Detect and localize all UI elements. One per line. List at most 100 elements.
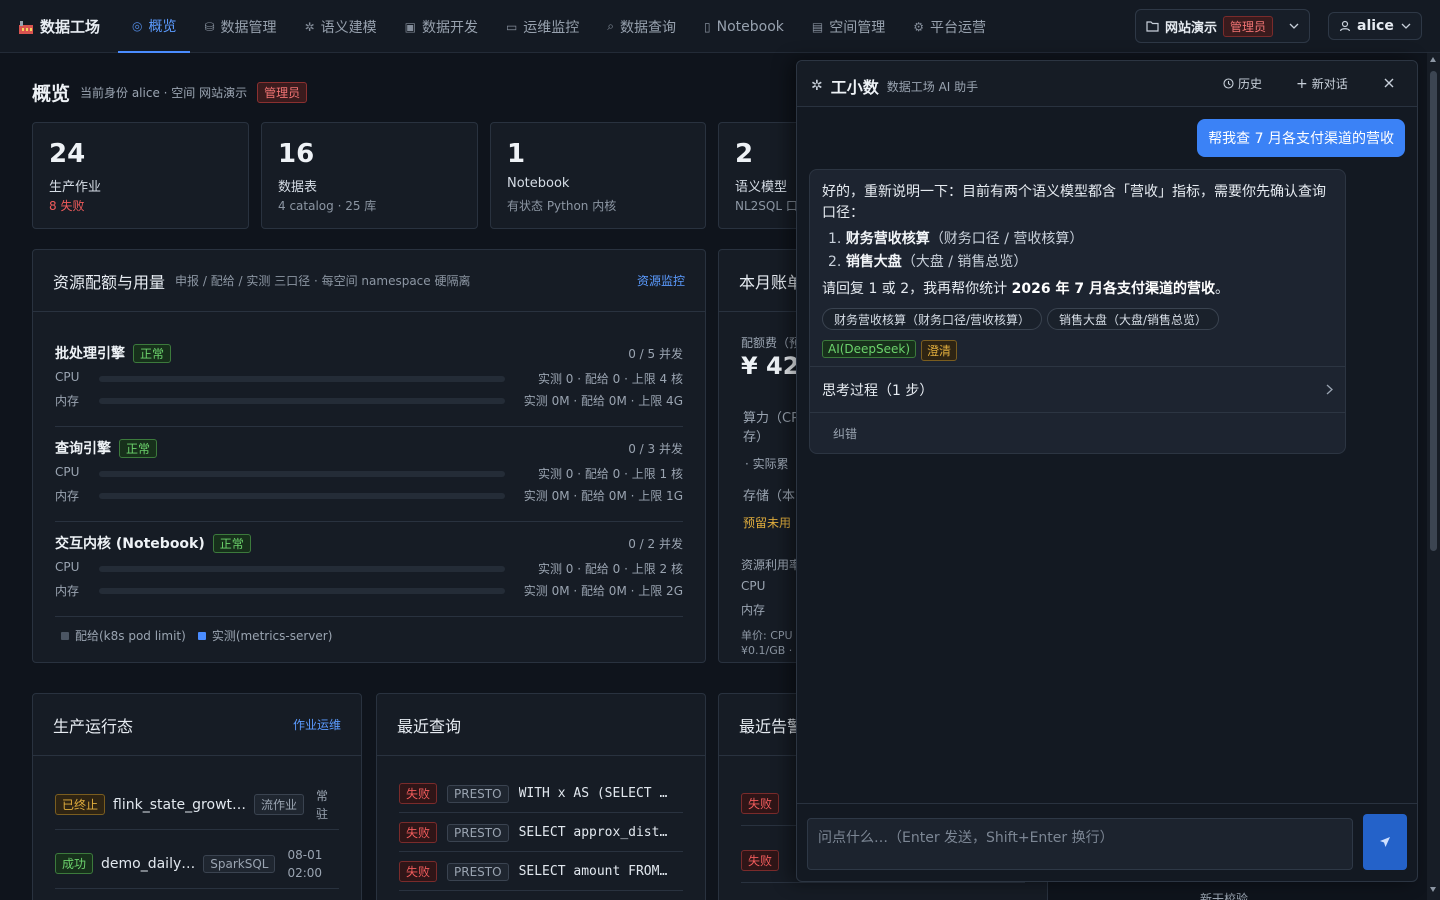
- query-row[interactable]: 失败 PRESTO WITH x AS (SELECT …: [399, 775, 683, 813]
- engine-badge: PRESTO: [447, 823, 509, 842]
- resource-monitor-link[interactable]: 资源监控: [637, 272, 685, 289]
- option-item: 2. 销售大盘（大盘 / 销售总览）: [828, 251, 1083, 274]
- compass-icon: ◎: [132, 18, 143, 33]
- mem-label: 内存: [55, 489, 80, 503]
- compute-label-2: 存）: [743, 430, 770, 445]
- assistant-name: 工小数: [830, 78, 879, 97]
- correct-button[interactable]: 纠错: [833, 425, 857, 442]
- tab-ops-monitoring[interactable]: ▭ 运维监控: [492, 0, 593, 53]
- price-line-2: ¥0.1/GB · .: [741, 644, 800, 657]
- tab-space-management[interactable]: ▤ 空间管理: [798, 0, 899, 53]
- sql-text: SELECT amount FROM…: [518, 864, 668, 879]
- util-label: 资源利用率: [741, 558, 802, 572]
- tab-label: 空间管理: [829, 19, 886, 36]
- tab-data-development[interactable]: ▣ 数据开发: [391, 0, 492, 53]
- time-line-1: 常: [316, 788, 329, 803]
- stat-card-notebook[interactable]: 1 Notebook 有状态 Python 内核: [490, 122, 706, 229]
- reply-intro: 好的，重新说明一下：目前有两个语义模型都含「营收」指标，需要你先确认查询口径：: [822, 184, 1326, 221]
- choice-chip-sales[interactable]: 销售大盘（大盘/销售总览）: [1047, 308, 1220, 330]
- space-selector[interactable]: 网站演示 管理员: [1135, 9, 1310, 43]
- space-name: 网站演示: [1165, 20, 1218, 36]
- concurrency: 0 / 5 并发: [628, 347, 683, 361]
- tab-platform-ops[interactable]: ⚙ 平台运营: [899, 0, 1000, 53]
- card-title: 本月账单: [739, 272, 804, 292]
- chevron-down-icon: [1289, 23, 1299, 29]
- chevron-right-icon: [1326, 384, 1333, 395]
- brand[interactable]: 数据工场: [18, 16, 100, 37]
- concurrency: 0 / 2 并发: [628, 537, 683, 551]
- code-icon: ▣: [404, 19, 416, 34]
- tab-data-management[interactable]: ⛁ 数据管理: [190, 0, 290, 53]
- divider: [55, 616, 683, 617]
- model-badge: AI(DeepSeek): [822, 340, 917, 358]
- mem-bar: [99, 493, 505, 499]
- fee-label: 配额费（预: [741, 336, 802, 350]
- history-button[interactable]: 历史: [1223, 75, 1262, 92]
- stat-label: 数据表: [278, 180, 318, 195]
- legend: 配给(k8s pod limit) 实测(metrics-server): [61, 627, 332, 644]
- actual-label: · 实际累: [745, 457, 789, 471]
- query-row[interactable]: 失败 PRESTO SELECT approx_dist…: [399, 814, 683, 852]
- choice-chip-finance[interactable]: 财务营收核算（财务口径/营收核算）: [822, 308, 1043, 330]
- mem-bar: [99, 398, 505, 404]
- user-name: alice: [1357, 18, 1394, 34]
- scroll-thumb[interactable]: [1430, 71, 1437, 551]
- cpu-row: CPU 实测 0 · 配给 0 · 上限 4 核: [55, 370, 683, 388]
- card-title: 生产运行态: [53, 716, 134, 736]
- chat-input[interactable]: 问点什么…（Enter 发送，Shift+Enter 换行）: [807, 818, 1353, 870]
- job-ops-link[interactable]: 作业运维: [293, 716, 341, 733]
- stat-card-jobs[interactable]: 24 生产作业 8 失败: [32, 122, 249, 229]
- thinking-toggle[interactable]: 思考过程（1 步）: [810, 366, 1345, 413]
- cpu-value: 实测 0 · 配给 0 · 上限 2 核: [537, 562, 683, 576]
- concurrency: 0 / 3 并发: [628, 442, 683, 456]
- clarify-badge: 澄清: [921, 340, 958, 361]
- alert-footer-text: 新干校验: [1200, 892, 1249, 900]
- legend-swatch-measured: [197, 631, 206, 640]
- cpu-bar: [99, 566, 505, 572]
- thinking-label: 思考过程（1 步）: [822, 382, 934, 399]
- close-icon[interactable]: [1381, 75, 1397, 91]
- tab-label: 数据管理: [220, 19, 277, 36]
- job-row[interactable]: 成功 demo_daily… SparkSQL 08-01 02:00: [55, 839, 339, 889]
- tab-semantic-modeling[interactable]: ✲ 语义建模: [291, 0, 391, 53]
- tab-data-query[interactable]: ⌕ 数据查询: [593, 0, 690, 53]
- chat-input-area: 问点什么…（Enter 发送，Shift+Enter 换行）: [797, 803, 1417, 881]
- scroll-up-arrow-icon[interactable]: [1430, 57, 1436, 62]
- tab-overview[interactable]: ◎ 概览: [118, 0, 191, 53]
- legend-swatch-alloc: [61, 631, 69, 640]
- new-chat-button[interactable]: + 新对话: [1296, 75, 1348, 92]
- stat-value: 1: [507, 139, 526, 169]
- user-menu[interactable]: alice: [1328, 12, 1422, 40]
- card-header: 最近查询: [377, 694, 705, 756]
- stat-label: Notebook: [507, 176, 570, 191]
- engine-batch: 批处理引擎 正常 0 / 5 并发 CPU 实测 0 · 配给 0 · 上限 4 核…: [55, 343, 683, 413]
- scroll-down-arrow-icon[interactable]: [1430, 887, 1436, 892]
- cpu-bar: [99, 471, 505, 477]
- assistant-desc: 数据工场 AI 助手: [886, 79, 979, 94]
- engine-name-text: 查询引擎: [55, 441, 111, 457]
- mem-bar: [99, 588, 505, 594]
- divider: [55, 521, 683, 522]
- prod-runtime-card: 生产运行态 作业运维 已终止 flink_state_growt… 流作业 常驻…: [32, 693, 362, 900]
- sparkle-icon: ✲: [304, 19, 315, 34]
- assistant-title: ✲ 工小数 数据工场 AI 助手: [811, 74, 978, 98]
- page-scrollbar[interactable]: [1427, 53, 1440, 900]
- option-item: 1. 财务营收核算（财务口径 / 营收核算）: [828, 228, 1083, 251]
- time-line-2: 02:00: [287, 865, 323, 880]
- option-title: 销售大盘: [845, 254, 902, 270]
- user-message: 帮我查 7 月各支付渠道的营收: [1197, 119, 1405, 157]
- storage-label: 存储（本: [743, 489, 796, 504]
- ask-prefix: 请回复 1 或 2，我再帮你统计: [822, 281, 1012, 297]
- mem-label: 内存: [55, 394, 80, 408]
- job-row[interactable]: 已终止 flink_state_growt… 流作业 常驻: [55, 780, 339, 830]
- job-type: 流作业: [254, 794, 305, 815]
- job-time: 08-01 02:00: [287, 846, 322, 882]
- send-button[interactable]: [1363, 814, 1407, 870]
- cpu-label: CPU: [55, 370, 80, 384]
- legend-alloc: 配给(k8s pod limit): [75, 629, 186, 643]
- engine-name: 交互内核 (Notebook) 正常: [55, 533, 251, 553]
- tab-notebook[interactable]: ▯ Notebook: [690, 0, 798, 53]
- stat-card-tables[interactable]: 16 数据表 4 catalog · 25 库: [261, 122, 478, 229]
- cpu-value: 实测 0 · 配给 0 · 上限 1 核: [537, 467, 683, 481]
- query-row[interactable]: 失败 PRESTO SELECT amount FROM…: [399, 853, 683, 891]
